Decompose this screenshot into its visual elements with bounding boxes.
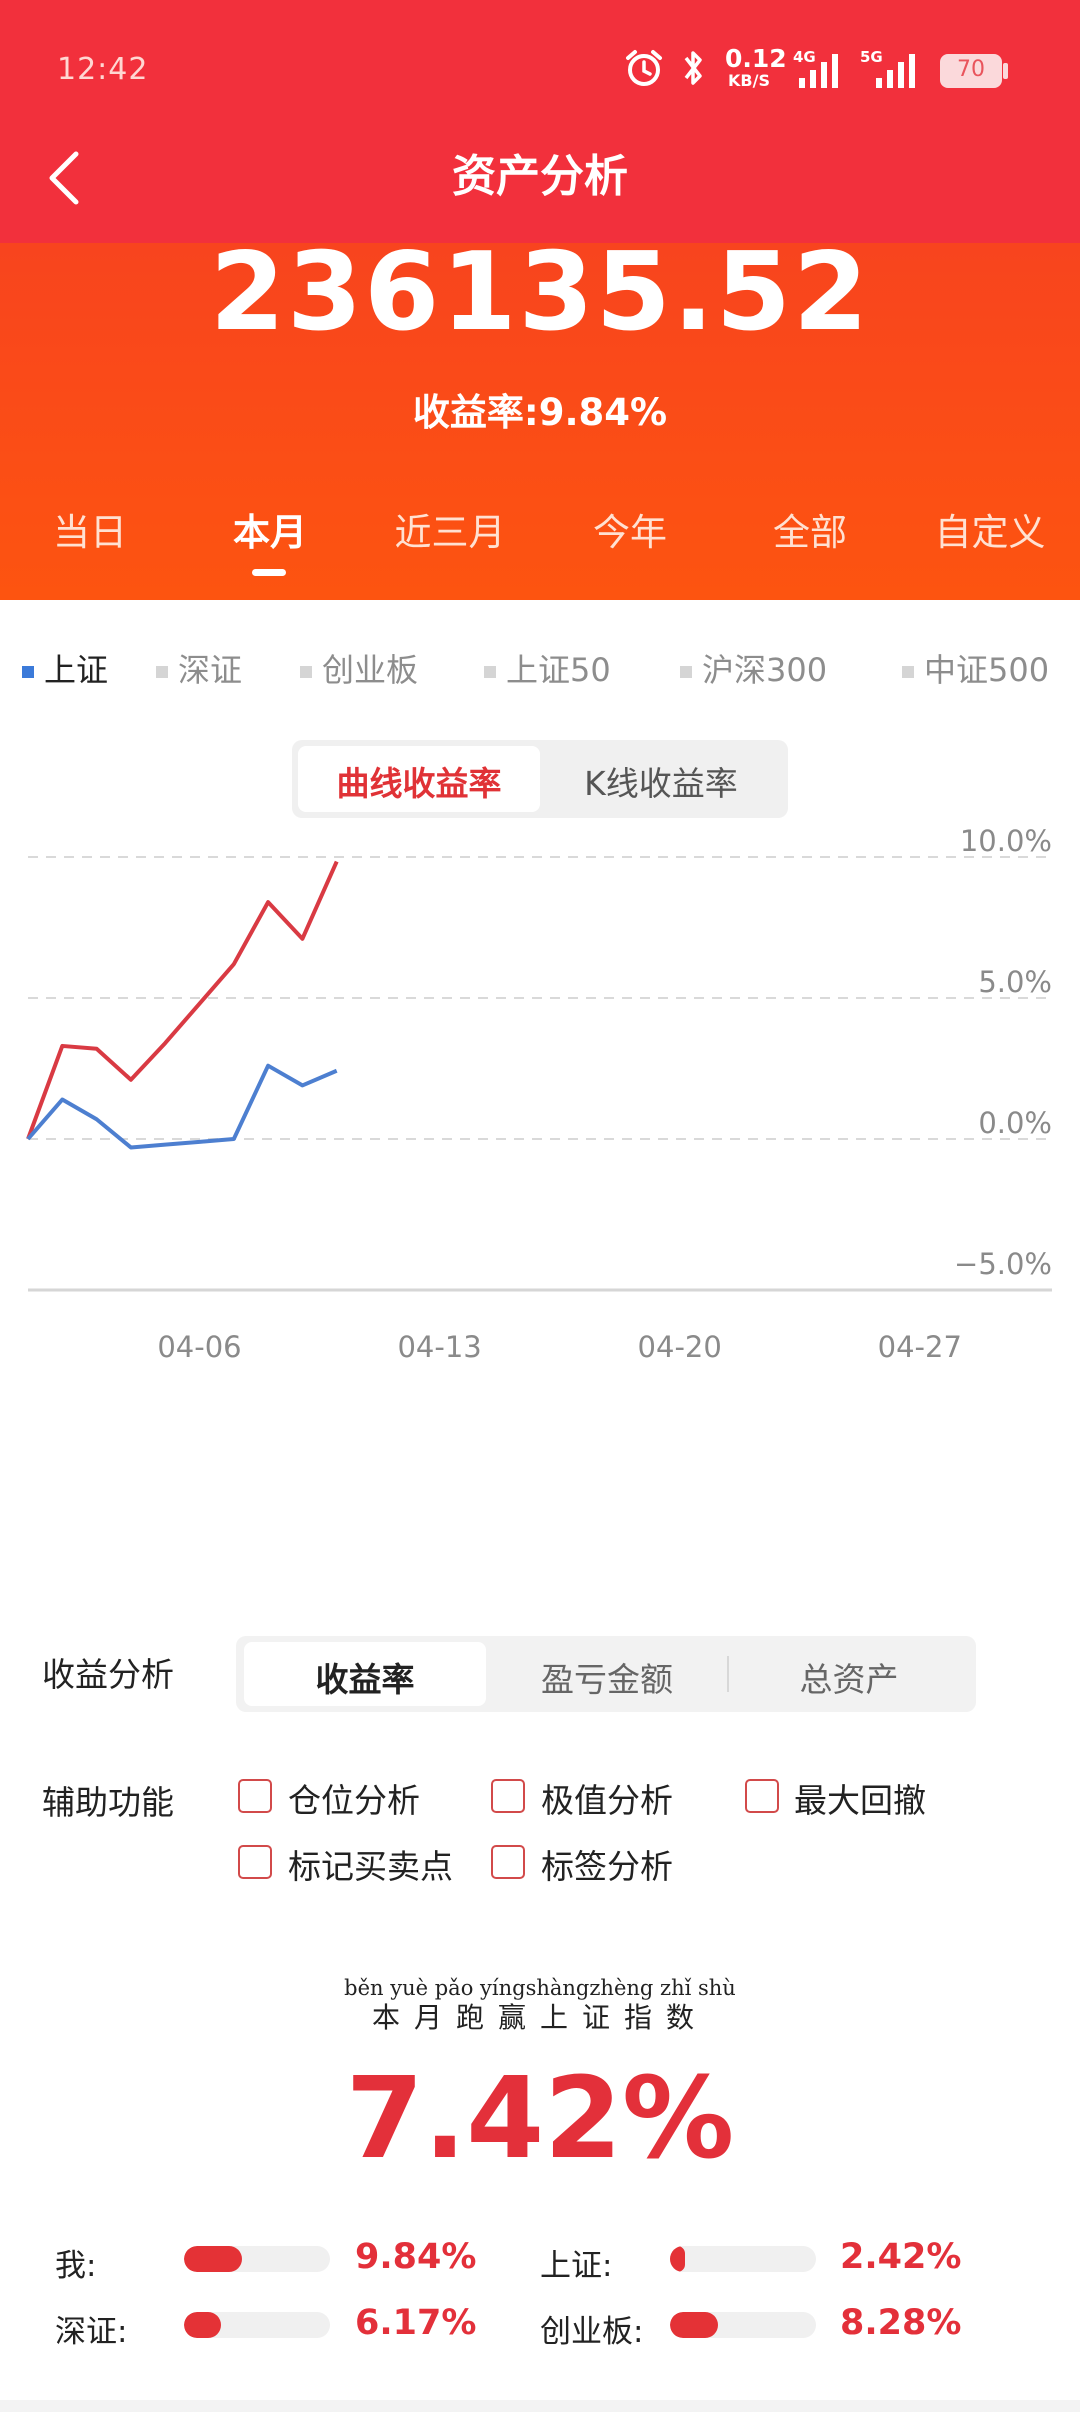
total-asset-amount: 236135.52 — [209, 230, 871, 355]
legend-square-icon — [680, 666, 692, 678]
compare-bar-shanghai — [670, 2246, 816, 2272]
index-option-csi300[interactable]: 沪深300 — [680, 645, 827, 691]
net-speed: 0.12 — [725, 44, 787, 73]
battery-level: 70 — [957, 57, 985, 82]
legend-square-icon — [156, 666, 168, 678]
x-tick-label: 04-06 — [157, 1330, 241, 1364]
compare-bar-chinext — [670, 2312, 816, 2338]
checkbox-tag-analysis[interactable] — [491, 1845, 525, 1879]
series-line-portfolio — [26, 860, 339, 1140]
active-tab-indicator — [252, 569, 286, 576]
tab-this-year[interactable]: 今年 — [540, 502, 720, 556]
compare-bar-fill — [670, 2312, 719, 2338]
signal-icon-2 — [876, 54, 915, 88]
aux-item-label: 标签分析 — [541, 1847, 673, 1886]
checkbox-extreme-analysis[interactable] — [491, 1779, 525, 1813]
compare-label-me: 我: — [55, 2248, 97, 2284]
tab-custom[interactable]: 自定义 — [900, 502, 1080, 556]
aux-label: 辅助功能 — [42, 1783, 174, 1822]
y-tick-label: 0.0% — [978, 1106, 1052, 1140]
compare-label-shanghai: 上证: — [540, 2248, 613, 2284]
compare-bar-shenzhen — [184, 2312, 330, 2338]
index-option-shanghai[interactable]: 上证 — [22, 645, 108, 691]
x-tick-label: 04-13 — [397, 1330, 481, 1364]
compare-value-me: 9.84% — [355, 2237, 477, 2277]
compare-bar-fill — [670, 2246, 685, 2272]
alarm-icon — [626, 50, 662, 86]
compare-bar-fill — [184, 2246, 243, 2272]
compare-value-shanghai: 2.42% — [840, 2237, 962, 2277]
legend-square-icon — [22, 666, 34, 678]
analysis-option-profit-loss[interactable]: 盈亏金额 — [486, 1653, 728, 1701]
index-option-chinext[interactable]: 创业板 — [300, 645, 418, 691]
compare-bar-fill — [184, 2312, 221, 2338]
status-time: 12:42 — [57, 52, 149, 87]
index-option-label: 中证500 — [924, 651, 1050, 689]
analysis-option-return-rate[interactable]: 收益率 — [244, 1653, 486, 1701]
header-bar — [0, 0, 1080, 243]
page-title: 资产分析 — [452, 151, 628, 202]
legend-square-icon — [484, 666, 496, 678]
compare-label-chinext: 创业板: — [540, 2314, 644, 2350]
compare-label-shenzhen: 深证: — [55, 2314, 128, 2350]
legend-square-icon — [300, 666, 312, 678]
analysis-label: 收益分析 — [42, 1655, 174, 1694]
index-option-label: 深证 — [178, 651, 243, 689]
return-line-chart: 10.0% 5.0% 0.0% −5.0% 04-06 04-13 04-20 04-27 — [26, 824, 1052, 1364]
index-option-sse50[interactable]: 上证50 — [484, 645, 611, 691]
index-option-label: 上证50 — [506, 651, 611, 689]
bluetooth-icon — [684, 51, 702, 85]
net-speed-unit: KB/S — [728, 71, 770, 90]
aux-item-label: 仓位分析 — [288, 1781, 420, 1820]
index-option-label: 创业板 — [322, 651, 419, 689]
index-option-label: 沪深300 — [702, 651, 828, 689]
checkbox-mark-trades[interactable] — [238, 1845, 272, 1879]
aux-item-label: 标记买卖点 — [288, 1847, 453, 1886]
analysis-option-total-assets[interactable]: 总资产 — [728, 1653, 970, 1701]
tab-today[interactable]: 当日 — [0, 502, 180, 556]
outperform-value: 7.42% — [345, 2054, 735, 2184]
x-tick-label: 04-20 — [638, 1330, 722, 1364]
bottom-edge — [0, 2400, 1080, 2412]
signal-icon — [799, 54, 838, 88]
curve-return-option[interactable]: 曲线收益率 — [298, 757, 540, 805]
index-option-label: 上证 — [44, 651, 109, 689]
series-line-index — [26, 1063, 338, 1150]
tab-this-month[interactable]: 本月 — [180, 502, 360, 556]
kline-return-option[interactable]: K线收益率 — [540, 757, 782, 805]
y-tick-label: 10.0% — [960, 824, 1052, 858]
y-tick-label: −5.0% — [954, 1247, 1052, 1281]
index-option-csi500[interactable]: 中证500 — [902, 645, 1049, 691]
headline-text: 本月跑赢上证指数 — [371, 2001, 708, 2034]
compare-bar-me — [184, 2246, 330, 2272]
y-tick-label: 5.0% — [978, 965, 1052, 999]
return-rate: 收益率:9.84% — [412, 391, 668, 434]
compare-value-chinext: 8.28% — [840, 2303, 962, 2343]
compare-value-shenzhen: 6.17% — [355, 2303, 477, 2343]
tab-all[interactable]: 全部 — [720, 502, 900, 556]
battery-tip — [1003, 63, 1008, 79]
index-option-shenzhen[interactable]: 深证 — [156, 645, 242, 691]
legend-square-icon — [902, 666, 914, 678]
tab-three-months[interactable]: 近三月 — [360, 502, 540, 556]
checkbox-max-drawdown[interactable] — [745, 1779, 779, 1813]
x-tick-label: 04-27 — [878, 1330, 962, 1364]
aux-item-label: 极值分析 — [541, 1781, 673, 1820]
checkbox-position-analysis[interactable] — [238, 1779, 272, 1813]
aux-item-label: 最大回撤 — [794, 1781, 926, 1820]
